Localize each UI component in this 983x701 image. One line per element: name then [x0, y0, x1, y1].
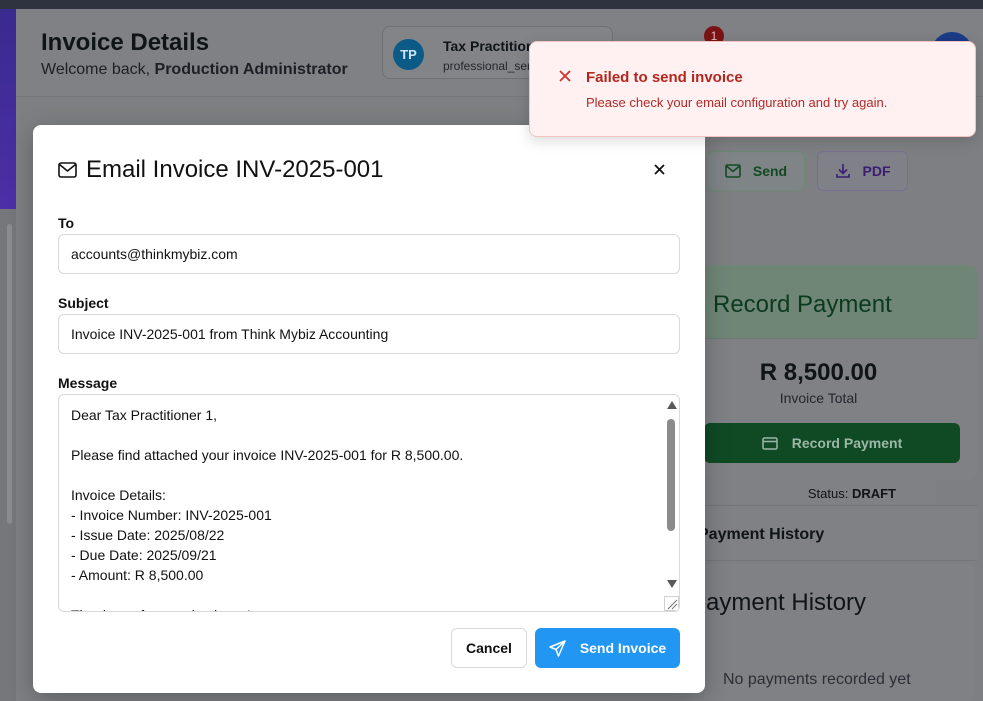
error-toast: Failed to send invoice Please check your…	[529, 41, 976, 137]
tab-payment-history-label: Payment History	[698, 526, 825, 543]
send-label: Send	[752, 163, 788, 179]
mail-icon	[58, 162, 77, 178]
status-line: Status: DRAFT	[704, 480, 936, 504]
to-label: To	[58, 215, 75, 231]
record-payment-card: Record Payment R 8,500.00 Invoice Total …	[704, 265, 977, 480]
message-label: Message	[58, 375, 118, 391]
send-invoice-label: Send Invoice	[579, 640, 667, 656]
email-invoice-modal: Email Invoice INV-2025-001 To Subject Me…	[33, 125, 705, 693]
modal-title: Email Invoice INV-2025-001	[58, 156, 384, 184]
status-value: DRAFT	[851, 486, 896, 501]
message-text: Dear Tax Practitioner 1, Please find att…	[71, 407, 464, 611]
send-icon	[549, 639, 566, 657]
pdf-button[interactable]: PDF	[817, 151, 908, 191]
scroll-up-arrow-icon[interactable]	[667, 401, 677, 409]
mail-icon	[725, 164, 741, 178]
sidebar-brand-area	[0, 9, 16, 209]
record-payment-header: Record Payment	[704, 265, 977, 339]
subject-field[interactable]	[58, 314, 680, 354]
payment-history-empty: No payments recorded yet	[723, 671, 911, 688]
status-label: Status:	[807, 486, 849, 501]
toast-message: Please check your email configuration an…	[586, 95, 888, 110]
toast-title: Failed to send invoice	[586, 69, 743, 86]
to-field[interactable]	[58, 234, 680, 274]
pdf-label: PDF	[862, 163, 891, 179]
download-icon	[835, 164, 850, 178]
welcome-name: Production Administrator	[154, 61, 348, 78]
welcome-text: Welcome back, Production Administrator	[41, 61, 348, 79]
sidebar-scrollbar[interactable]	[7, 224, 12, 524]
window-top-strip	[0, 0, 983, 9]
scroll-down-arrow-icon[interactable]	[667, 580, 677, 588]
message-scrollbar[interactable]	[664, 395, 679, 611]
subject-label: Subject	[58, 295, 109, 311]
invoice-total-amount: R 8,500.00	[759, 359, 878, 386]
scroll-thumb[interactable]	[667, 419, 675, 531]
welcome-prefix: Welcome back,	[41, 61, 151, 78]
modal-title-text: Email Invoice INV-2025-001	[86, 156, 384, 183]
record-payment-button-label: Record Payment	[791, 435, 903, 451]
message-textarea[interactable]: Dear Tax Practitioner 1, Please find att…	[58, 394, 680, 612]
sidebar	[0, 9, 16, 701]
payment-history-card: Payment History No payments recorded yet	[690, 563, 975, 701]
close-icon	[653, 163, 665, 175]
payment-history-title: Payment History	[690, 589, 867, 616]
avatar: TP	[393, 39, 424, 70]
record-payment-title: Record Payment	[713, 291, 892, 318]
send-invoice-button[interactable]: Send Invoice	[535, 628, 680, 668]
tab-payment-history[interactable]: Payment History	[698, 505, 977, 561]
record-payment-button[interactable]: Record Payment	[704, 423, 960, 463]
close-button[interactable]	[645, 155, 673, 183]
user-role: professional_services	[443, 59, 533, 73]
send-button[interactable]: Send	[707, 151, 805, 191]
credit-card-icon	[762, 436, 778, 450]
invoice-total-caption: Invoice Total	[779, 390, 858, 406]
page-title: Invoice Details	[41, 29, 210, 56]
cancel-button[interactable]: Cancel	[451, 628, 527, 668]
resize-grip-icon[interactable]	[664, 596, 679, 611]
error-x-icon	[559, 70, 571, 82]
